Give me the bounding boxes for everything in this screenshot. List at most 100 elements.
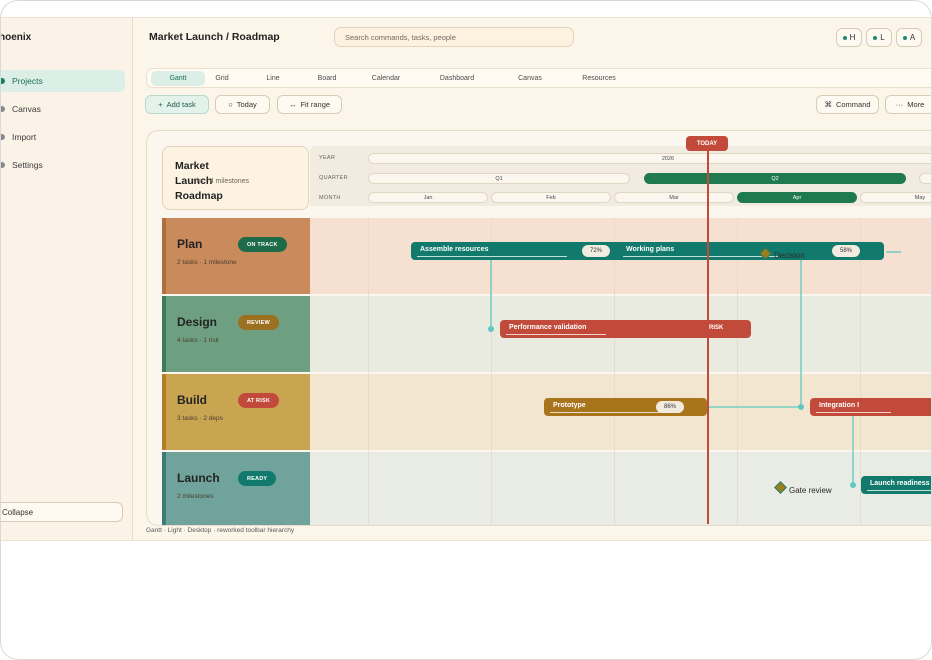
- brand-name: hoenix: [1, 32, 32, 43]
- app-window: hoenix Projects Canvas Import Settings C…: [1, 17, 931, 541]
- presence-dot-icon: [842, 35, 847, 40]
- lane-meta: 2 milestones: [177, 493, 214, 500]
- risk-tag: RISK: [709, 325, 724, 331]
- task-bar-prototype[interactable]: Prototype 86%: [544, 398, 707, 416]
- grid-line: [614, 218, 615, 525]
- more-button[interactable]: ··· More: [885, 95, 931, 114]
- sidebar-item-projects[interactable]: Projects: [1, 70, 125, 92]
- tab-resources[interactable]: Resources: [575, 71, 623, 86]
- sidebar-item-label: Settings: [12, 160, 43, 170]
- sidebar-item-label: Import: [12, 132, 37, 142]
- settings-icon: [1, 162, 5, 168]
- task-label: Launch readiness: [870, 480, 930, 487]
- month-may[interactable]: May: [860, 192, 931, 203]
- task-label: Working plans: [626, 246, 675, 253]
- task-progress: 72%: [582, 245, 610, 257]
- task-label: Performance validation: [509, 324, 587, 331]
- progress-underline: [417, 255, 567, 257]
- lane-name: Plan: [177, 237, 203, 251]
- lane-stripe: [162, 296, 166, 372]
- progress-underline: [816, 411, 891, 413]
- year-pill[interactable]: 2026: [368, 153, 931, 164]
- lane-name: Launch: [177, 471, 220, 485]
- tab-line[interactable]: Line: [257, 71, 289, 86]
- lane-meta: 3 tasks · 2 deps: [177, 415, 223, 422]
- roadmap-subtitle: sks · 4 milestones: [193, 178, 250, 185]
- sidebar: hoenix Projects Canvas Import Settings C…: [1, 18, 133, 540]
- month-mar[interactable]: Mar: [614, 192, 734, 203]
- task-progress: 86%: [656, 401, 684, 413]
- task-label: Integration I: [819, 402, 860, 409]
- progress-underline: [867, 489, 931, 491]
- quarter-next[interactable]: [919, 173, 931, 184]
- lane-meta: 2 tasks · 1 milestone: [177, 259, 237, 266]
- lane-name: Build: [177, 393, 207, 407]
- tab-calendar[interactable]: Calendar: [366, 71, 406, 86]
- task-bar-integration[interactable]: Integration I: [810, 398, 931, 416]
- roadmap-title-card: Market Launch Roadmap sks · 4 milestones: [162, 146, 309, 210]
- search-input[interactable]: Search commands, tasks, people: [334, 27, 574, 47]
- task-bar-performance-validation[interactable]: Performance validation RISK: [500, 320, 751, 338]
- tab-canvas[interactable]: Canvas: [511, 71, 549, 86]
- milestone-label: Gate review: [789, 486, 832, 495]
- quarter-label: QUARTER: [319, 175, 348, 181]
- month-apr[interactable]: Apr: [737, 192, 857, 203]
- command-button[interactable]: ⌘ Command: [816, 95, 879, 114]
- task-label: Assemble resources: [420, 246, 489, 253]
- today-marker[interactable]: TODAY: [686, 136, 728, 151]
- task-bar-launch-readiness[interactable]: Launch readiness: [861, 476, 931, 494]
- tab-dashboard[interactable]: Dashboard: [434, 71, 480, 86]
- canvas-icon: [1, 106, 5, 112]
- more-icon: ···: [895, 100, 904, 109]
- avatar-h[interactable]: H: [836, 28, 862, 47]
- grid-line: [368, 218, 369, 525]
- lane-label[interactable]: [162, 218, 310, 294]
- lane-area: [310, 452, 931, 525]
- tab-board[interactable]: Board: [310, 71, 344, 86]
- collapse-button[interactable]: Collapse: [1, 502, 123, 522]
- lane-name: Design: [177, 315, 218, 329]
- footer-caption: Gantt · Light · Desktop · reworked toolb…: [146, 527, 295, 534]
- year-label: YEAR: [319, 155, 336, 161]
- fit-range-button[interactable]: ↔ Fit range: [277, 95, 342, 114]
- grid-line: [737, 218, 738, 525]
- projects-icon: [1, 78, 5, 84]
- import-icon: [1, 134, 5, 140]
- progress-underline: [506, 333, 606, 335]
- quarter-q2[interactable]: Q2: [644, 173, 906, 184]
- lane-label[interactable]: [162, 452, 310, 525]
- window-frame: hoenix Projects Canvas Import Settings C…: [0, 0, 932, 660]
- task-progress: 58%: [832, 245, 860, 257]
- tab-grid[interactable]: Grid: [207, 71, 237, 86]
- view-tabs: Gantt Grid Line Board Calendar Dashboard…: [146, 68, 931, 88]
- status-badge: REVIEW: [238, 315, 279, 330]
- month-label: MONTH: [319, 195, 341, 201]
- tab-gantt[interactable]: Gantt: [151, 71, 205, 86]
- lane-meta: 4 tasks · 1 risk: [177, 337, 219, 344]
- quarter-q1[interactable]: Q1: [368, 173, 630, 184]
- task-bar-assemble-resources[interactable]: Assemble resources 72% Working plans 58%: [411, 242, 884, 260]
- sidebar-item-import[interactable]: Import: [1, 126, 125, 148]
- breadcrumb: Market Launch / Roadmap: [149, 31, 280, 43]
- milestone-label: Decision: [774, 251, 805, 260]
- lane-stripe: [162, 452, 166, 525]
- sidebar-item-label: Canvas: [12, 104, 41, 114]
- avatar-a[interactable]: A: [896, 28, 922, 47]
- task-label: Prototype: [553, 402, 586, 409]
- command-icon: ⌘: [824, 100, 832, 109]
- sidebar-item-canvas[interactable]: Canvas: [1, 98, 125, 120]
- month-jan[interactable]: Jan: [368, 192, 488, 203]
- month-feb[interactable]: Feb: [491, 192, 611, 203]
- lane-label[interactable]: [162, 374, 310, 450]
- presence-dot-icon: [873, 35, 878, 40]
- lane-label[interactable]: [162, 296, 310, 372]
- sidebar-item-settings[interactable]: Settings: [1, 154, 125, 176]
- status-badge: AT RISK: [238, 393, 279, 408]
- avatar-l[interactable]: L: [866, 28, 892, 47]
- progress-underline: [623, 255, 778, 257]
- sidebar-item-label: Projects: [12, 76, 43, 86]
- grid-line: [491, 218, 492, 525]
- add-task-button[interactable]: + Add task: [145, 95, 209, 114]
- today-button[interactable]: ○ Today: [215, 95, 270, 114]
- circle-icon: ○: [228, 100, 233, 109]
